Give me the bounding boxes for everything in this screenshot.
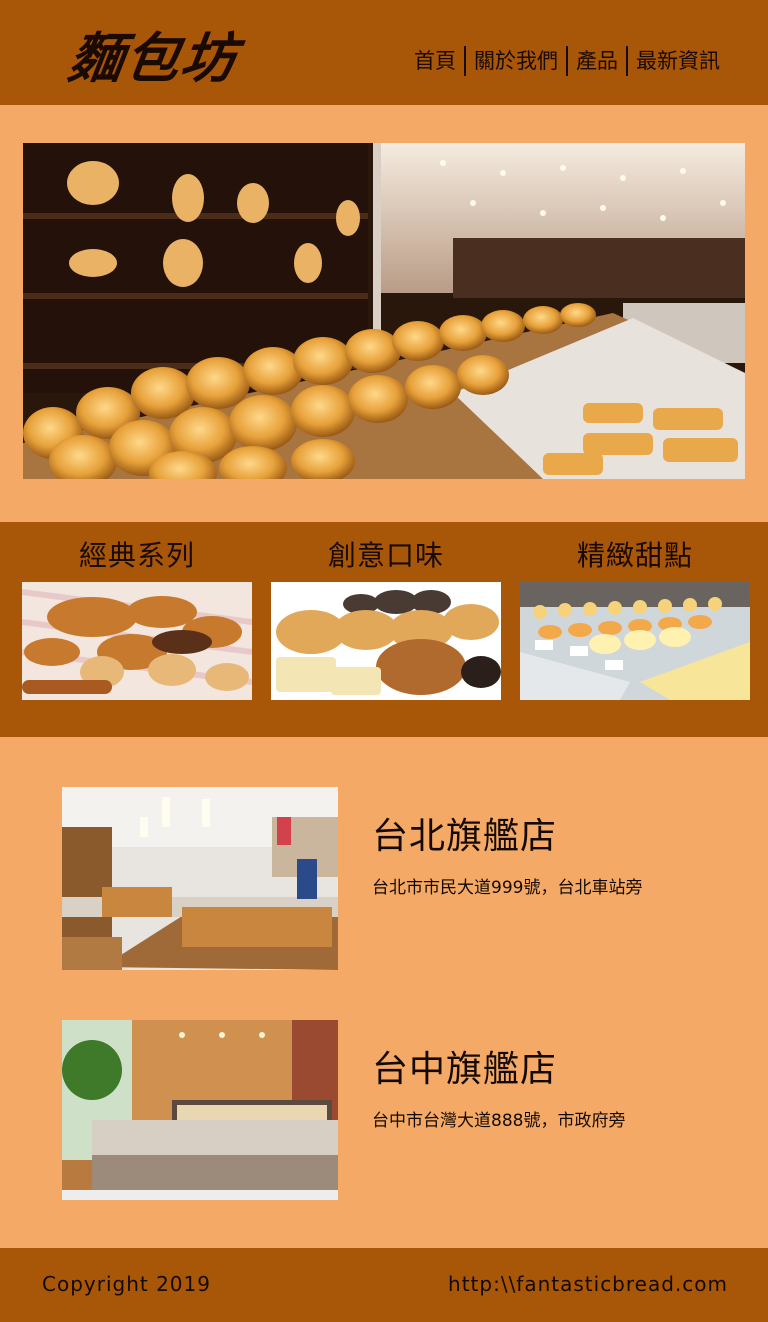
product-title: 經典系列 (78, 539, 195, 572)
nav-about[interactable]: 關於我們 (464, 46, 566, 76)
product-card-dessert[interactable]: 精緻甜點 (520, 522, 750, 737)
site-logo[interactable]: 麵包坊 (64, 14, 243, 93)
nav-products[interactable]: 產品 (566, 46, 626, 76)
product-card-creative[interactable]: 創意口味 (271, 522, 501, 737)
taichung-store-image[interactable] (62, 1020, 338, 1200)
store-address: 台中市台灣大道888號，市政府旁 (372, 1111, 626, 1131)
site-footer: Copyright 2019 http:\\fantasticbread.com (0, 1248, 768, 1322)
nav-home[interactable]: 首頁 (406, 46, 464, 76)
product-title: 創意口味 (327, 539, 444, 572)
site-url-link[interactable]: http:\\fantasticbread.com (448, 1272, 728, 1296)
taipei-store-image[interactable] (62, 787, 338, 970)
store-taipei: 台北旗艦店 台北市市民大道999號，台北車站旁 (0, 787, 768, 972)
classic-bread-image[interactable] (22, 582, 252, 700)
store-taichung: 台中旗艦店 台中市台灣大道888號，市政府旁 (0, 1020, 768, 1205)
nav-news[interactable]: 最新資訊 (626, 46, 728, 76)
products-section: 經典系列 創意口味 精緻甜點 (0, 522, 768, 737)
product-title: 精緻甜點 (576, 539, 693, 572)
creative-bread-image[interactable] (271, 582, 501, 700)
hero-image (23, 143, 745, 479)
site-header: 麵包坊 首頁 關於我們 產品 最新資訊 (0, 0, 768, 105)
store-name: 台北旗艦店 (372, 816, 558, 857)
store-address: 台北市市民大道999號，台北車站旁 (372, 878, 643, 898)
main-nav: 首頁 關於我們 產品 最新資訊 (406, 46, 728, 76)
copyright-text: Copyright 2019 (42, 1272, 211, 1296)
dessert-display-image[interactable] (520, 582, 750, 700)
product-card-classic[interactable]: 經典系列 (22, 522, 252, 737)
store-name: 台中旗艦店 (372, 1049, 558, 1090)
